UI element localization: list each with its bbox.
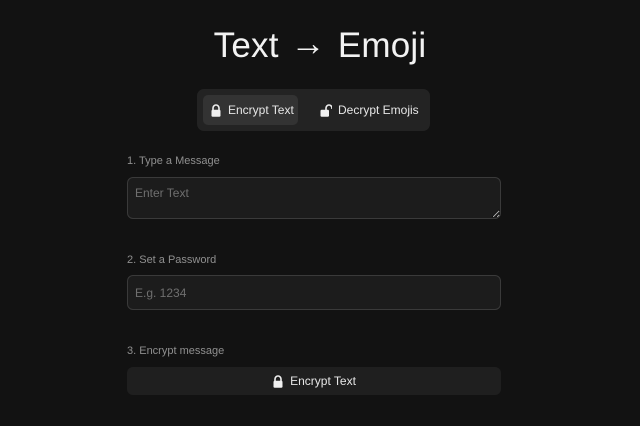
mode-switch: Encrypt Text Decrypt Emojis: [197, 89, 430, 131]
app-page: Text → Emoji Encrypt Text Decrypt Emojis 1…: [0, 0, 640, 426]
decrypt-emojis-tab[interactable]: Decrypt Emojis: [315, 95, 427, 125]
title-right: Emoji: [337, 26, 427, 65]
page-title: Text → Emoji: [0, 24, 640, 66]
encrypt-text-tab-label: Encrypt Text: [228, 103, 294, 117]
password-input[interactable]: [127, 275, 501, 310]
encrypt-text-tab[interactable]: Encrypt Text: [203, 95, 298, 125]
title-arrow: →: [290, 24, 326, 63]
encrypt-text-button-label: Encrypt Text: [290, 374, 356, 388]
lock-icon: [211, 103, 221, 117]
decrypt-emojis-tab-label: Decrypt Emojis: [338, 103, 419, 117]
encrypt-step-label: 3. Encrypt message: [127, 345, 225, 357]
message-input[interactable]: [127, 177, 501, 219]
message-label: 1. Type a Message: [127, 155, 220, 167]
encrypt-text-button[interactable]: Encrypt Text: [127, 367, 501, 395]
password-label: 2. Set a Password: [127, 254, 217, 266]
lock-icon: [273, 374, 283, 388]
unlock-icon: [320, 103, 332, 117]
title-left: Text: [213, 26, 279, 65]
